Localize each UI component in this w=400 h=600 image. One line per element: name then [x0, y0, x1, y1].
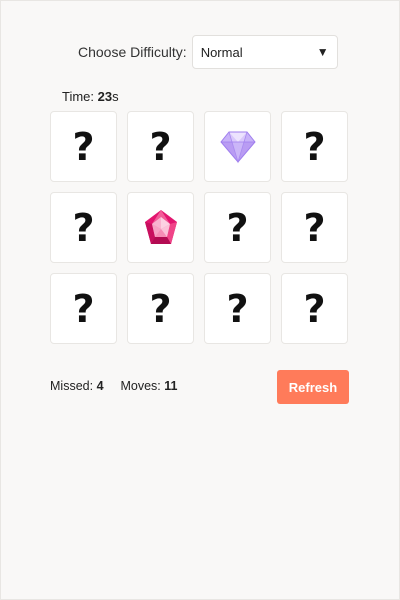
- timer-label: Time:: [62, 89, 98, 104]
- card-1[interactable]: ?: [50, 111, 117, 182]
- card-9[interactable]: ?: [50, 273, 117, 344]
- difficulty-select[interactable]: Normal ▼: [191, 35, 338, 69]
- question-mark-icon: ?: [303, 124, 326, 169]
- card-7[interactable]: ?: [204, 192, 271, 263]
- question-mark-icon: ?: [149, 286, 172, 331]
- moves-value: 11: [164, 379, 178, 393]
- card-10[interactable]: ?: [127, 273, 194, 344]
- question-mark-icon: ?: [72, 205, 95, 250]
- question-mark-icon: ?: [72, 124, 95, 169]
- missed-label: Missed:: [50, 379, 94, 393]
- question-mark-icon: ?: [149, 124, 172, 169]
- card-grid: ? ? ? ? ? ? ? ? ? ?: [50, 111, 348, 344]
- timer-unit: s: [112, 89, 119, 104]
- game-stats: Missed: 4 Moves: 11: [50, 379, 177, 393]
- purple-diamond-icon: [219, 131, 256, 163]
- card-2[interactable]: ?: [127, 111, 194, 182]
- refresh-button[interactable]: Refresh: [277, 370, 349, 404]
- card-3[interactable]: [204, 111, 271, 182]
- pink-pentagon-gem-icon: [144, 209, 177, 244]
- difficulty-label: Choose Difficulty:: [78, 44, 187, 60]
- dropdown-arrow-icon: ▼: [316, 45, 329, 59]
- question-mark-icon: ?: [72, 286, 95, 331]
- card-6[interactable]: [127, 192, 194, 263]
- question-mark-icon: ?: [226, 286, 249, 331]
- card-12[interactable]: ?: [281, 273, 348, 344]
- question-mark-icon: ?: [226, 205, 249, 250]
- difficulty-selected-value: Normal: [200, 44, 243, 60]
- difficulty-row: Choose Difficulty: Normal ▼: [78, 35, 338, 69]
- card-5[interactable]: ?: [50, 192, 117, 263]
- card-8[interactable]: ?: [281, 192, 348, 263]
- card-4[interactable]: ?: [281, 111, 348, 182]
- card-11[interactable]: ?: [204, 273, 271, 344]
- question-mark-icon: ?: [303, 286, 326, 331]
- question-mark-icon: ?: [303, 205, 326, 250]
- missed-value: 4: [96, 379, 104, 393]
- timer-value: 23: [97, 89, 113, 104]
- timer: Time: 23s: [62, 89, 119, 104]
- moves-label: Moves:: [120, 379, 161, 393]
